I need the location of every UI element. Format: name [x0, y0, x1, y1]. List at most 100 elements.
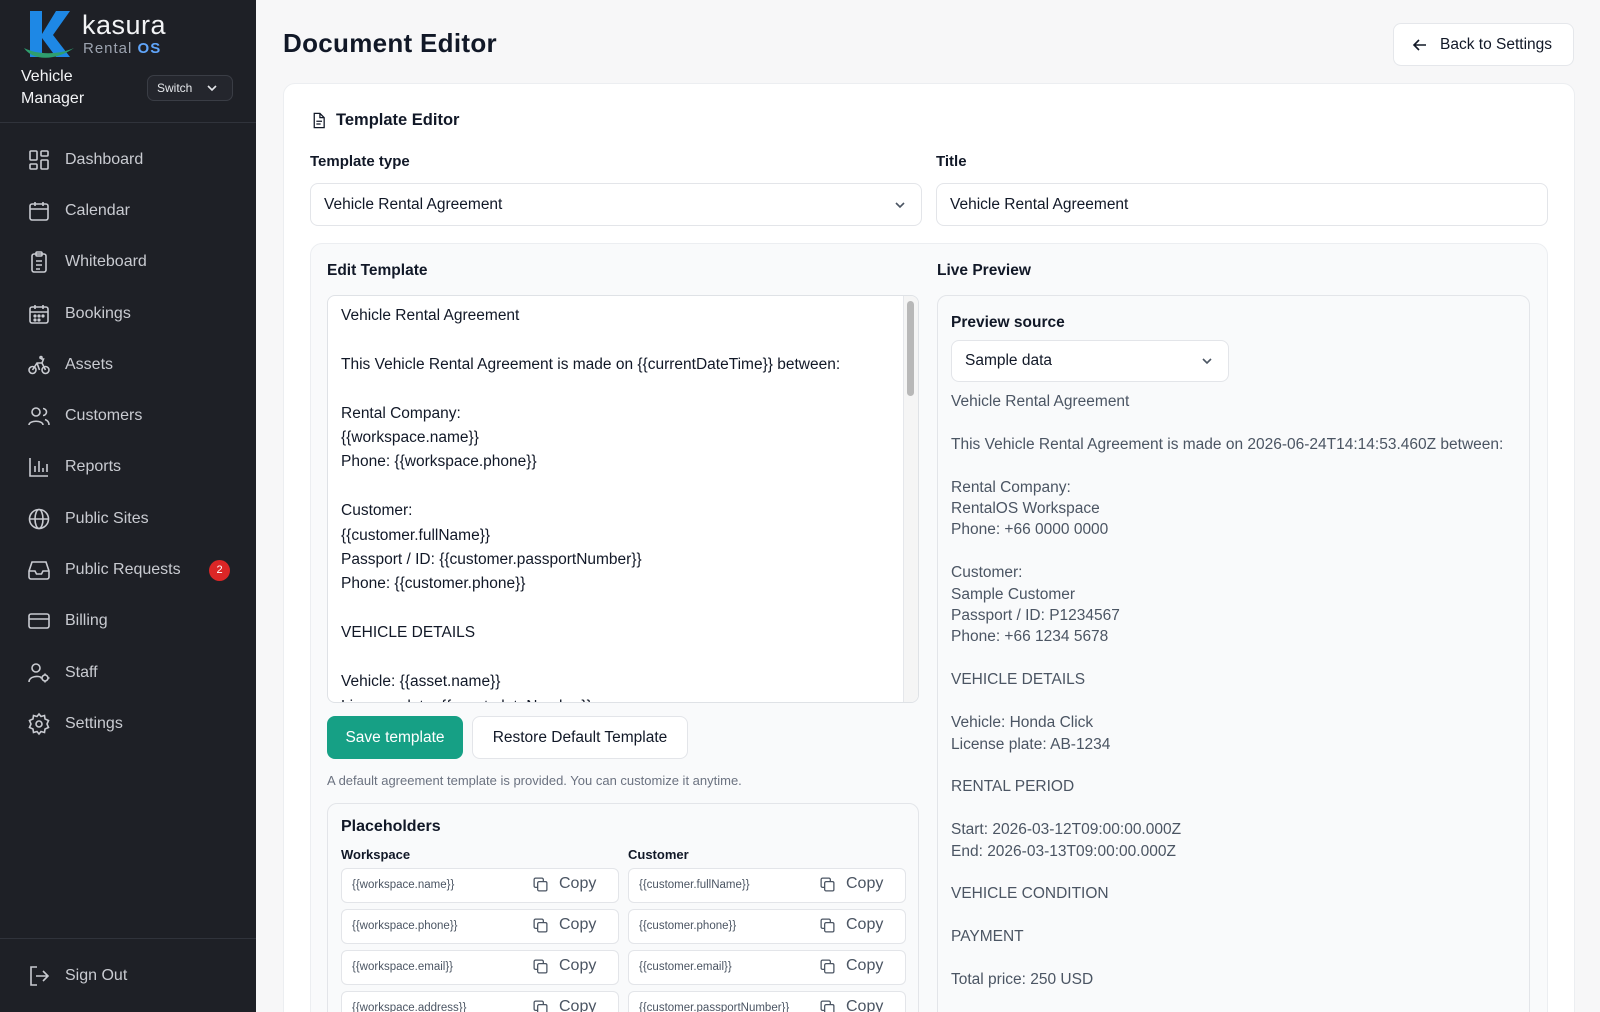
placeholder-row-workspace: {{workspace.address}} Copy — [341, 991, 619, 1012]
credit-card-icon — [28, 613, 50, 630]
copy-icon — [533, 876, 548, 892]
copy-button[interactable]: Copy — [819, 916, 883, 934]
copy-button[interactable]: Copy — [532, 916, 596, 934]
copy-label: Copy — [846, 998, 884, 1012]
copy-button[interactable]: Copy — [532, 875, 596, 893]
sidebar-item-public-requests[interactable]: Public Requests 2 — [0, 544, 256, 595]
copy-icon — [533, 958, 548, 974]
sidebar-item-whiteboard[interactable]: Whiteboard — [0, 237, 256, 288]
public-requests-badge: 2 — [209, 559, 230, 581]
sidebar-item-reports[interactable]: Reports — [0, 442, 256, 493]
brand-name: kasura — [82, 10, 167, 40]
preview-source-value: Sample data — [965, 352, 1053, 369]
sidebar-item-label: Calendar — [65, 201, 130, 219]
sidebar-item-label: Public Requests — [65, 561, 181, 579]
template-text: Vehicle Rental Agreement This Vehicle Re… — [341, 307, 841, 702]
sidebar-item-settings[interactable]: Settings — [0, 698, 256, 749]
sign-out-label: Sign Out — [65, 967, 128, 984]
sign-out-button[interactable]: Sign Out — [0, 951, 256, 1001]
title-input[interactable]: Vehicle Rental Agreement — [936, 183, 1548, 226]
copy-icon — [820, 958, 835, 974]
placeholder-row-workspace: {{workspace.name}} Copy — [341, 868, 619, 903]
sidebar-item-calendar[interactable]: Calendar — [0, 185, 256, 236]
brand-subtitle: Rental OS — [83, 40, 162, 57]
user-cog-icon — [28, 662, 50, 683]
sidebar-item-billing[interactable]: Billing — [0, 596, 256, 647]
sidebar-item-customers[interactable]: Customers — [0, 390, 256, 441]
copy-label: Copy — [559, 957, 597, 974]
copy-label: Copy — [846, 957, 884, 974]
card-heading-text: Template Editor — [336, 111, 460, 129]
customer-column-label: Customer — [628, 847, 689, 862]
back-to-settings-label: Back to Settings — [1440, 35, 1553, 53]
template-textarea[interactable]: Vehicle Rental Agreement This Vehicle Re… — [327, 295, 919, 703]
placeholder-code: {{customer.fullName}} — [639, 879, 750, 891]
placeholder-code: {{customer.email}} — [639, 961, 732, 973]
preview-source-label: Preview source — [951, 314, 1065, 331]
sidebar-item-assets[interactable]: Assets — [0, 339, 256, 390]
chevron-down-icon — [895, 201, 905, 208]
sidebar-item-label: Bookings — [65, 304, 131, 322]
copy-label: Copy — [846, 875, 884, 892]
bike-icon — [28, 355, 50, 375]
placeholder-code: {{customer.phone}} — [639, 920, 737, 932]
copy-button[interactable]: Copy — [819, 998, 883, 1012]
document-icon — [313, 112, 325, 129]
sidebar-item-label: Settings — [65, 714, 123, 732]
placeholder-row-workspace: {{workspace.phone}} Copy — [341, 909, 619, 944]
sign-out-icon — [30, 966, 50, 986]
copy-icon — [533, 999, 548, 1012]
sidebar: kasura Rental OS Vehicle Manager Switch … — [0, 0, 256, 1012]
copy-icon — [533, 917, 548, 933]
chevron-down-icon — [207, 85, 217, 92]
sidebar-item-dashboard[interactable]: Dashboard — [0, 134, 256, 185]
sidebar-item-label: Dashboard — [65, 150, 144, 168]
bookings-calendar-icon — [29, 304, 49, 324]
copy-button[interactable]: Copy — [819, 957, 883, 975]
template-type-select[interactable]: Vehicle Rental Agreement — [310, 183, 922, 226]
save-template-button[interactable]: Save template — [327, 716, 463, 759]
inbox-icon — [28, 561, 50, 580]
placeholders-title: Placeholders — [341, 818, 441, 835]
sidebar-item-staff[interactable]: Staff — [0, 647, 256, 698]
sidebar-divider — [0, 938, 256, 939]
textarea-scrollbar[interactable] — [903, 296, 918, 702]
preview-source-select[interactable]: Sample data — [951, 340, 1229, 382]
copy-button[interactable]: Copy — [819, 875, 883, 893]
globe-icon — [28, 508, 50, 530]
scrollbar-thumb[interactable] — [907, 301, 914, 396]
sidebar-item-label: Reports — [65, 458, 122, 476]
users-icon — [28, 407, 50, 426]
save-template-label: Save template — [345, 728, 445, 746]
dashboard-icon — [29, 149, 49, 170]
workspace-column-label: Workspace — [341, 847, 411, 862]
sidebar-item-label: Staff — [65, 663, 98, 681]
sidebar-item-label: Customers — [65, 407, 143, 425]
copy-label: Copy — [846, 916, 884, 933]
sidebar-item-public-sites[interactable]: Public Sites — [0, 493, 256, 544]
sidebar-item-label: Whiteboard — [65, 253, 147, 271]
copy-label: Copy — [559, 998, 597, 1012]
brand-logo[interactable]: kasura Rental OS — [20, 8, 240, 58]
placeholder-code: {{workspace.address}} — [352, 1002, 467, 1012]
placeholder-code: {{workspace.name}} — [352, 879, 455, 891]
workspace-name: Vehicle Manager — [21, 68, 85, 107]
restore-default-template-button[interactable]: Restore Default Template — [472, 716, 688, 759]
bar-chart-icon — [29, 458, 48, 478]
live-preview-label: Live Preview — [937, 262, 1031, 279]
copy-button[interactable]: Copy — [532, 998, 596, 1012]
back-to-settings-button[interactable]: Back to Settings — [1393, 23, 1574, 66]
sidebar-nav: Dashboard Calendar Whiteboard Bookings A… — [0, 134, 256, 750]
title-label: Title — [936, 153, 967, 170]
chevron-down-icon — [1202, 358, 1212, 365]
copy-icon — [820, 999, 835, 1012]
restore-default-label: Restore Default Template — [492, 728, 668, 746]
clipboard-icon — [31, 251, 47, 274]
copy-label: Copy — [559, 875, 597, 892]
switch-workspace-button[interactable]: Switch — [147, 75, 233, 101]
copy-button[interactable]: Copy — [532, 957, 596, 975]
template-hint: A default agreement template is provided… — [327, 773, 742, 788]
sidebar-item-bookings[interactable]: Bookings — [0, 288, 256, 339]
placeholder-row-customer: {{customer.email}} Copy — [628, 950, 906, 985]
template-type-label: Template type — [310, 153, 410, 170]
